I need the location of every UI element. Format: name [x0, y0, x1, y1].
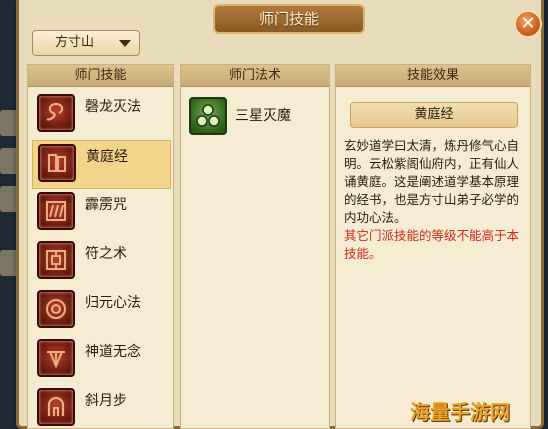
skills-panel-header: 师门技能	[28, 65, 173, 87]
thunder-icon	[37, 192, 75, 230]
skill-item-guiyuanxinfa[interactable]: 归元心法	[32, 287, 171, 336]
skill-item-xieyuebu[interactable]: 斜月步	[32, 385, 171, 429]
skill-label: 神道无念	[85, 344, 141, 360]
spiral-icon	[37, 290, 75, 328]
school-dropdown[interactable]: 方寸山	[32, 30, 140, 56]
school-dropdown-value: 方寸山	[55, 35, 95, 50]
shrine-icon	[37, 339, 75, 377]
effect-panel-header: 技能效果	[336, 65, 530, 87]
skill-label: 磬龙灭法	[85, 99, 141, 115]
spells-panel: 师门法术 三星灭魔	[180, 64, 330, 429]
skill-label: 黄庭经	[86, 149, 128, 165]
talisman-icon	[37, 241, 75, 279]
spells-panel-header: 师门法术	[181, 65, 329, 87]
arch-icon	[37, 388, 75, 426]
skill-label: 符之术	[85, 246, 127, 262]
skill-label: 斜月步	[85, 393, 127, 409]
window-title: 师门技能	[213, 4, 365, 34]
skill-item-fuzhishu[interactable]: 符之术	[32, 238, 171, 287]
skills-panel: 师门技能 磬龙灭法 黄庭经 霹雳咒 符之术 归元心法 神道无念 斜月步	[27, 64, 174, 429]
skill-item-huangtingjing[interactable]: 黄庭经	[32, 140, 171, 189]
effect-panel: 技能效果 黄庭经 玄妙道学曰太清，炼丹修气心自明。云松紫阁仙府内，正有仙人诵黄庭…	[335, 64, 531, 429]
dragon-icon	[37, 94, 75, 132]
three-stars-icon	[189, 97, 227, 135]
skill-item-pilizhou[interactable]: 霹雳咒	[32, 189, 171, 238]
spell-item-sanxingmiemo[interactable]: 三星灭魔	[187, 97, 325, 137]
watermark-logo: 海量手游网	[410, 400, 510, 424]
skill-label: 归元心法	[85, 295, 141, 311]
effect-skill-name: 黄庭经	[350, 102, 518, 128]
skill-item-shendaowunian[interactable]: 神道无念	[32, 336, 171, 385]
skill-label: 霹雳咒	[85, 197, 127, 213]
skill-item-panlong[interactable]: 磬龙灭法	[32, 91, 171, 140]
chevron-down-icon	[119, 40, 131, 47]
effect-warning: 其它门派技能的等级不能高于本技能。	[344, 228, 520, 261]
spell-label: 三星灭魔	[235, 108, 291, 124]
close-button[interactable]: ✕	[514, 10, 542, 38]
effect-description: 玄妙道学曰太清，炼丹修气心自明。云松紫阁仙府内，正有仙人诵黄庭。这是阐述道学基本…	[344, 138, 520, 225]
scroll-icon	[38, 144, 76, 182]
